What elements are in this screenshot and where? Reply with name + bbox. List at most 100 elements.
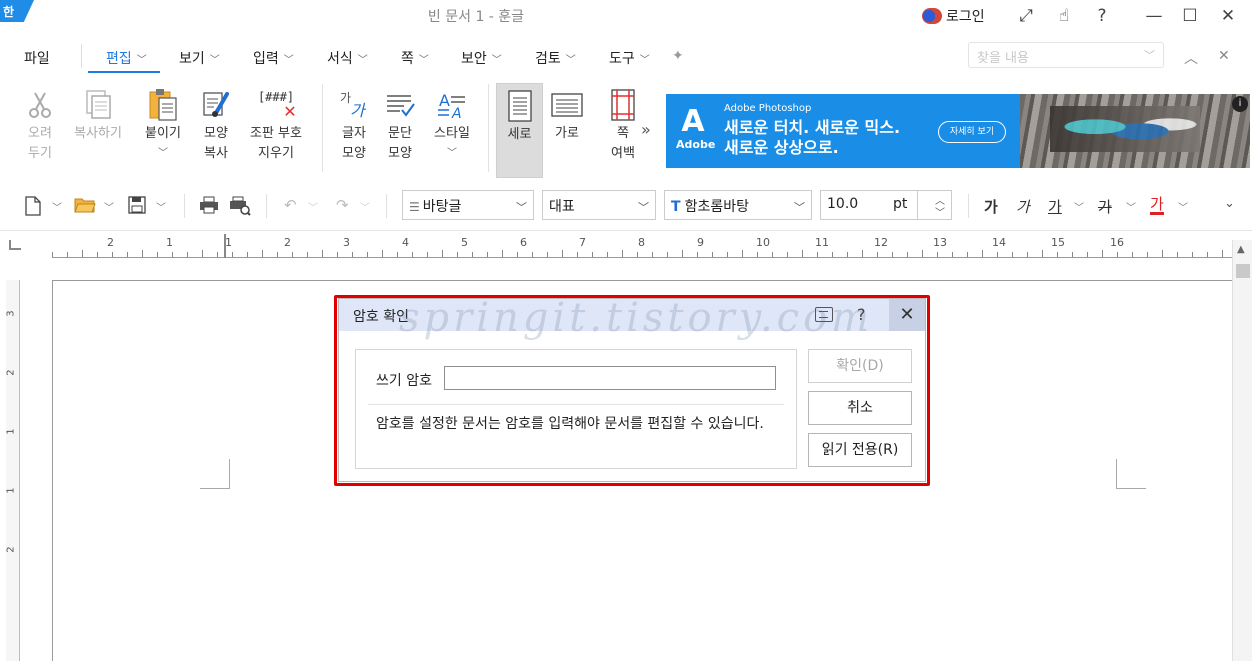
- red-x-icon: ✕: [283, 102, 297, 121]
- chevron-down-icon[interactable]: ﹀: [1178, 199, 1188, 214]
- style-button[interactable]: AA 스타일 ﹀: [428, 86, 476, 164]
- ruler-tick: [877, 252, 878, 257]
- font-color-button[interactable]: 가: [1150, 196, 1164, 215]
- login-button[interactable]: 로그인: [922, 6, 985, 26]
- shape-copy-button[interactable]: 모양 복사: [194, 86, 238, 164]
- menu-format[interactable]: 서식 ﹀: [327, 48, 368, 68]
- menu-format-label: 서식: [327, 51, 353, 67]
- scroll-thumb[interactable]: [1236, 264, 1250, 278]
- chevron-down-icon[interactable]: ﹀: [308, 199, 318, 214]
- hand-icon[interactable]: ☝: [1052, 4, 1076, 28]
- menu-edit[interactable]: 편집 ﹀: [106, 48, 147, 68]
- redo-icon[interactable]: ↷: [336, 196, 349, 214]
- ruler-tick: [562, 250, 563, 257]
- maximize-icon[interactable]: ☐: [1178, 4, 1202, 28]
- ruler-number: 16: [1110, 236, 1124, 249]
- font-select-value: 함초롬바탕: [684, 199, 749, 215]
- ad-cta-button[interactable]: 자세히 보기: [938, 121, 1006, 143]
- ruler-number: 8: [638, 236, 645, 249]
- portrait-button[interactable]: 세로: [496, 83, 543, 178]
- password-panel: 쓰기 암호 암호를 설정한 문서는 암호를 입력해야 문서를 편집할 수 있습니…: [355, 349, 797, 469]
- vertical-scrollbar[interactable]: ▲: [1232, 240, 1252, 661]
- horizontal-ruler[interactable]: 2 1 1 2 3 4 5 6 7 8 9 10 11 12 13 14 15 16: [52, 234, 1232, 258]
- strikethrough-button[interactable]: 가: [1098, 196, 1112, 217]
- ruler-number: 3: [343, 236, 350, 249]
- dialog-title-bar[interactable]: 암호 확인 springit.tistory.com ? ✕: [339, 295, 925, 341]
- cut-button[interactable]: 오려 두기: [20, 86, 60, 164]
- italic-button[interactable]: 가: [1016, 196, 1030, 217]
- style-select[interactable]: ☰ 바탕글 ﹀: [402, 190, 534, 220]
- ruler-tick: [862, 250, 863, 257]
- chevron-down-icon[interactable]: ﹀: [360, 199, 370, 214]
- expand-icon[interactable]: ⤢: [1014, 4, 1038, 28]
- chevron-down-icon[interactable]: ﹀: [935, 204, 945, 219]
- chevron-down-icon[interactable]: ﹀: [52, 199, 62, 214]
- svg-text:A: A: [451, 106, 462, 120]
- toolbar-divider: [968, 194, 969, 218]
- minimize-icon[interactable]: —: [1142, 4, 1166, 28]
- bold-button[interactable]: 가: [984, 196, 998, 217]
- ruler-tick: [712, 252, 713, 257]
- page-margin-button[interactable]: 쪽 여백: [604, 86, 642, 164]
- chevron-down-icon[interactable]: ﹀: [1074, 199, 1084, 214]
- tab-type-icon[interactable]: [9, 240, 21, 250]
- read-only-button[interactable]: 읽기 전용(R): [808, 433, 912, 467]
- ribbon-close-icon[interactable]: ✕: [1218, 48, 1230, 64]
- menu-file[interactable]: 파일: [24, 48, 50, 68]
- font-select[interactable]: T 함초롬바탕 ﹀: [664, 190, 812, 220]
- dialog-help-icon[interactable]: ?: [857, 305, 866, 324]
- chevron-down-icon: ﹀: [639, 55, 650, 66]
- save-icon[interactable]: [128, 196, 146, 218]
- collapse-ribbon-icon[interactable]: ︿: [1184, 48, 1198, 68]
- paste-button[interactable]: 붙이기 ﹀: [140, 86, 186, 164]
- puzzle-icon[interactable]: ✦: [672, 48, 684, 64]
- print-preview-icon[interactable]: [229, 196, 251, 220]
- password-input[interactable]: [444, 366, 776, 390]
- menu-tools[interactable]: 도구 ﹀: [609, 48, 650, 68]
- cancel-button[interactable]: 취소: [808, 391, 912, 425]
- ruler-tick: [967, 252, 968, 257]
- menu-view[interactable]: 보기 ﹀: [179, 48, 220, 68]
- font-size-input[interactable]: 10.0 pt ︿ ﹀: [820, 190, 952, 220]
- menu-security-label: 보안: [461, 51, 487, 67]
- message-icon[interactable]: [815, 307, 833, 322]
- ruler-tick: [1192, 252, 1193, 257]
- ruler-tick: [67, 252, 68, 257]
- search-input[interactable]: 찾을 내용 ﹀: [968, 42, 1164, 68]
- dialog-close-icon[interactable]: ✕: [889, 299, 925, 331]
- expand-toolbar-icon[interactable]: ⌄: [1224, 196, 1235, 211]
- paste-icon: [140, 86, 186, 124]
- char-shape-button[interactable]: 가가 글자 모양: [334, 86, 374, 164]
- close-icon[interactable]: ✕: [1216, 4, 1240, 28]
- vertical-ruler-number: 2: [5, 546, 17, 553]
- language-select[interactable]: 대표 ﹀: [542, 190, 656, 220]
- menu-page[interactable]: 쪽 ﹀: [401, 48, 429, 68]
- undo-icon[interactable]: ↶: [284, 196, 297, 214]
- ruler-tick: [262, 250, 263, 257]
- print-icon[interactable]: [199, 196, 219, 218]
- menu-insert[interactable]: 입력 ﹀: [253, 48, 294, 68]
- chevron-down-icon[interactable]: ﹀: [1126, 199, 1136, 214]
- ad-info-icon[interactable]: i: [1232, 96, 1248, 112]
- copy-button[interactable]: 복사하기: [66, 86, 130, 144]
- ok-button[interactable]: 확인(D): [808, 349, 912, 383]
- vertical-ruler[interactable]: 3 2 1 1 2: [6, 280, 20, 661]
- format-painter-icon: [194, 86, 238, 124]
- landscape-button[interactable]: 가로: [548, 86, 586, 144]
- ribbon-divider: [322, 84, 323, 172]
- menu-review[interactable]: 검토 ﹀: [535, 48, 576, 68]
- open-folder-icon[interactable]: [74, 196, 96, 218]
- menu-security[interactable]: 보안 ﹀: [461, 48, 502, 68]
- paragraph-style-icon: ☰: [409, 200, 420, 214]
- ribbon-more-icon[interactable]: »: [641, 120, 651, 139]
- clear-codes-button[interactable]: [###] ✕ 조판 부호 지우기: [242, 86, 310, 164]
- scroll-up-icon[interactable]: ▲: [1237, 244, 1245, 255]
- title-bar: 한 빈 문서 1 - 훈글 로그인 ⤢ ☝ ? — ☐ ✕: [0, 0, 1252, 32]
- chevron-down-icon[interactable]: ﹀: [156, 199, 166, 214]
- underline-button[interactable]: 가: [1048, 196, 1062, 217]
- ad-banner[interactable]: A Adobe Adobe Photoshop 새로운 터치. 새로운 믹스. …: [666, 94, 1250, 168]
- new-document-icon[interactable]: [24, 196, 42, 220]
- para-shape-button[interactable]: 문단 모양: [380, 86, 420, 164]
- help-icon[interactable]: ?: [1090, 4, 1114, 28]
- chevron-down-icon[interactable]: ﹀: [104, 199, 114, 214]
